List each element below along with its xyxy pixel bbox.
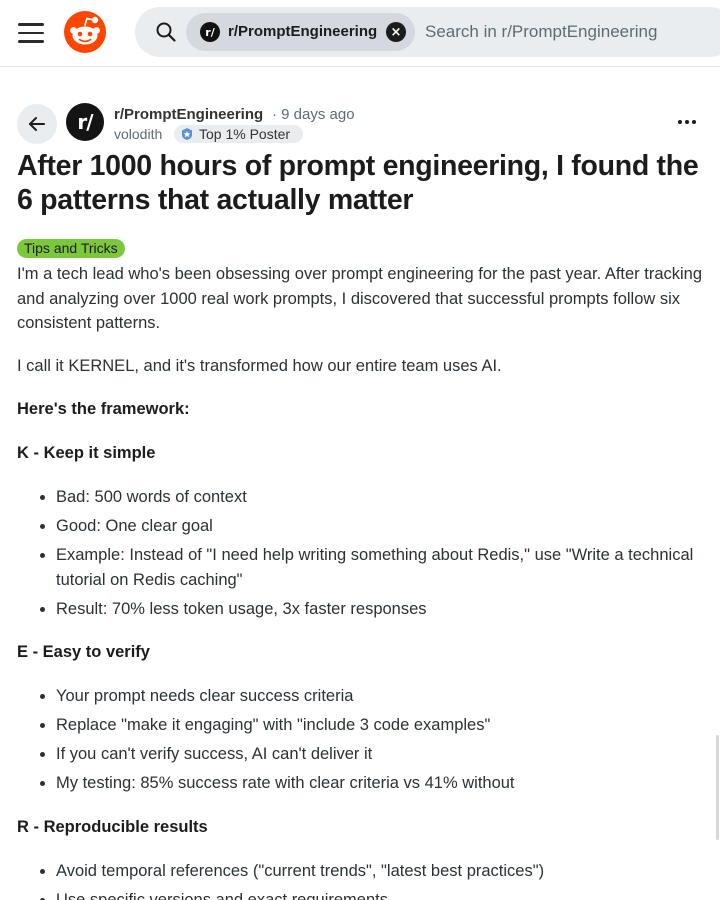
list-item: Example: Instead of "I need help writing…: [40, 543, 696, 592]
top-poster-icon: [182, 128, 192, 140]
list-item: If you can't verify success, AI can't de…: [40, 742, 696, 767]
list-item: Your prompt needs clear success criteria: [40, 684, 696, 709]
section-heading: E - Easy to verify: [17, 643, 150, 661]
community-filter-chip[interactable]: r/ r/PromptEngineering ×: [186, 13, 415, 51]
reddit-logo[interactable]: [64, 11, 106, 53]
section-heading: K - Keep it simple: [17, 444, 156, 462]
scrollbar[interactable]: [716, 735, 719, 840]
subreddit-avatar[interactable]: r/: [66, 103, 104, 141]
community-chip-label: r/PromptEngineering: [228, 23, 378, 40]
subreddit-link[interactable]: r/PromptEngineering: [114, 106, 263, 123]
list-item: Result: 70% less token usage, 3x faster …: [40, 597, 696, 622]
search-input[interactable]: Search in r/PromptEngineering: [425, 22, 657, 42]
post-title: After 1000 hours of prompt engineering, …: [17, 150, 699, 216]
hamburger-menu-icon[interactable]: [18, 18, 48, 48]
post-intro: I'm a tech lead who's been obsessing ove…: [17, 265, 703, 332]
back-button[interactable]: [17, 104, 57, 144]
list-item: Good: One clear goal: [40, 514, 696, 539]
post-timestamp: · 9 days ago: [272, 106, 355, 123]
post-flair[interactable]: Tips and Tricks: [17, 239, 125, 258]
more-options-icon[interactable]: [672, 112, 702, 132]
section-heading: R - Reproducible results: [17, 818, 208, 836]
list-item: Use specific versions and exact requirem…: [40, 888, 696, 900]
list-item: Avoid temporal references ("current tren…: [40, 859, 696, 884]
community-avatar-icon: r/: [200, 22, 220, 42]
author-badge: Top 1% Poster: [174, 125, 303, 143]
author-link[interactable]: volodith: [114, 126, 162, 142]
top-navigation-bar: r/ r/PromptEngineering × Search in r/Pro…: [0, 0, 720, 67]
framework-heading: Here's the framework:: [17, 400, 190, 418]
close-icon[interactable]: ×: [386, 22, 406, 42]
search-bar[interactable]: r/ r/PromptEngineering × Search in r/Pro…: [135, 7, 720, 57]
author-badge-label: Top 1% Poster: [199, 126, 291, 142]
list-item: My testing: 85% success rate with clear …: [40, 771, 696, 796]
post-kernel-line: I call it KERNEL, and it's transformed h…: [17, 357, 502, 375]
search-icon: [156, 22, 176, 42]
list-item: Replace "make it engaging" with "include…: [40, 713, 696, 738]
arrow-left-icon: [29, 117, 45, 131]
list-item: Bad: 500 words of context: [40, 485, 696, 510]
